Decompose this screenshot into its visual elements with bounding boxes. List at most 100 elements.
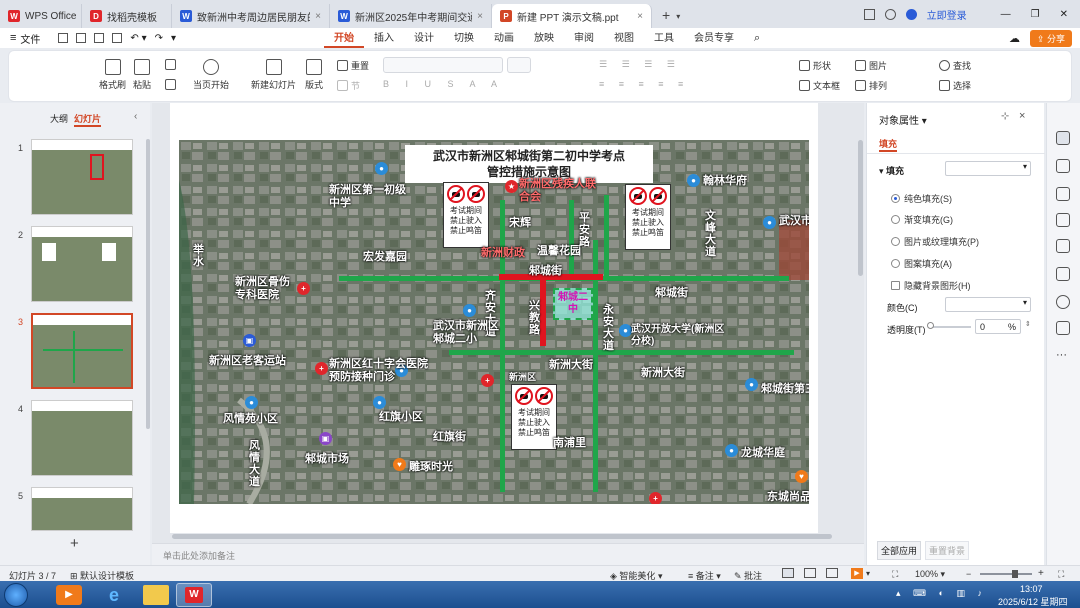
chevron-down-icon[interactable]: ▾ [676, 12, 680, 21]
slide-thumbnail-5[interactable] [31, 487, 133, 531]
tab-transition[interactable]: 切换 [444, 29, 484, 48]
clock-date[interactable]: 2025/6/12 星期四 [998, 595, 1068, 608]
no-entry-sign[interactable]: 考试期间 禁止驶入 禁止鸣笛 [511, 384, 557, 450]
close-icon[interactable]: × [477, 11, 483, 22]
tab-letter-doc[interactable]: W 致新洲中考周边居民朋友的一封信 × [172, 4, 330, 28]
star-icon[interactable] [1056, 159, 1070, 173]
slide-thumbnail-2[interactable] [31, 226, 133, 302]
new-tab-icon[interactable]: + [662, 7, 670, 23]
file-explorer-icon[interactable] [143, 585, 169, 605]
login-link[interactable]: 立即登录 [927, 7, 967, 22]
tab-insert[interactable]: 插入 [364, 29, 404, 48]
clock-time[interactable]: 13:07 [1020, 584, 1043, 594]
apply-all-button[interactable]: 全部应用 [877, 541, 922, 560]
save-icon[interactable] [58, 33, 69, 43]
tab-review[interactable]: 审阅 [564, 29, 604, 48]
system-tray-icons[interactable]: ▴ ⌨ ◐ ▥ ♪ [896, 588, 987, 599]
search-icon[interactable]: ⌕ [754, 32, 760, 45]
gradient-fill-radio[interactable]: 渐变填充(G) [891, 213, 953, 226]
notes-pane[interactable]: 单击此处添加备注 [152, 543, 864, 565]
slide-vertical-scrollbar[interactable] [858, 140, 863, 276]
reading-view-icon[interactable] [826, 568, 838, 578]
start-button-icon[interactable] [4, 583, 28, 607]
tab-outline[interactable]: 大纲 [50, 112, 68, 125]
selection-icon[interactable] [1056, 321, 1070, 335]
undo-icon[interactable]: ↶ ▾ [130, 33, 146, 44]
picture-fill-radio[interactable]: 图片或纹理填充(P) [891, 235, 979, 248]
pattern-fill-radio[interactable]: 图案填充(A) [891, 257, 952, 270]
slide-horizontal-scrollbar[interactable] [172, 534, 832, 539]
transparency-input[interactable]: 0 % [975, 319, 1021, 334]
reset-button[interactable]: 重置 [337, 59, 369, 72]
tab-wps-office[interactable]: W WPS Office [0, 4, 82, 28]
share-button[interactable]: ⇪ 分享 [1029, 29, 1072, 47]
print-preview-icon[interactable] [112, 33, 123, 43]
play-from-current-button[interactable]: 当页开始 [193, 59, 229, 91]
align-buttons[interactable]: ≡ ≡ ≡ ≡ ≡ [599, 79, 689, 89]
section-button[interactable]: 节 [337, 79, 360, 92]
properties-icon[interactable] [1056, 131, 1070, 145]
fill-section-header[interactable]: ▾ 填充 [879, 164, 904, 177]
tab-design[interactable]: 设计 [404, 29, 444, 48]
slide-thumbnail-1[interactable] [31, 139, 133, 215]
map-image[interactable]: 邾城二中 武汉市新洲区邾城街第二初中学考点 管控措施示意图 考试期间 禁止驶入 … [179, 140, 809, 504]
copy-style-icon[interactable] [1056, 187, 1070, 201]
zoom-slider[interactable] [980, 573, 1032, 575]
picture-button[interactable]: 图片 [855, 59, 887, 72]
tab-ppt-active[interactable]: P 新建 PPT 演示文稿.ppt × [492, 4, 652, 28]
close-icon[interactable]: × [1019, 110, 1025, 122]
textbox-button[interactable]: 文本框 [799, 79, 840, 92]
tab-view[interactable]: 视图 [604, 29, 644, 48]
tab-animation[interactable]: 动画 [484, 29, 524, 48]
slide-thumbnail-4[interactable] [31, 400, 133, 476]
no-entry-sign[interactable]: 考试期间 禁止驶入 禁止鸣笛 [625, 184, 671, 250]
play-slideshow-icon[interactable]: ▶ [851, 568, 863, 579]
thumbnail-scrollbar[interactable] [146, 139, 150, 429]
zoom-slider-handle[interactable] [1012, 570, 1018, 578]
hide-bg-checkbox[interactable]: 隐藏背景图形(H) [891, 279, 971, 292]
fit-window-icon[interactable]: ⛶ [892, 569, 898, 580]
tab-docer[interactable]: D 找稻壳模板 [82, 4, 172, 28]
sorter-view-icon[interactable] [804, 568, 816, 578]
fill-type-select[interactable]: ▾ [945, 161, 1031, 176]
cube-icon[interactable] [884, 8, 896, 20]
print-icon[interactable] [94, 33, 105, 43]
zoom-level[interactable]: 100% ▾ [915, 569, 945, 580]
tab-pass-doc[interactable]: W 新洲区2025年中考期间交通通行证 × [330, 4, 492, 28]
new-slide-button[interactable]: 新建幻灯片 [251, 59, 296, 91]
pane-title[interactable]: 对象属性 ▾ [879, 112, 927, 127]
paragraph-buttons[interactable]: ☰ ☰ ☰ ☰ [599, 59, 681, 70]
solid-fill-radio[interactable]: 纯色填充(S) [891, 192, 952, 205]
tab-slideshow[interactable]: 放映 [524, 29, 564, 48]
layout-icon[interactable] [863, 8, 875, 20]
chevron-down-icon[interactable]: ▾ [866, 569, 870, 578]
zoom-out-icon[interactable]: − [966, 569, 971, 579]
image-icon[interactable] [1056, 213, 1070, 227]
font-name-select[interactable] [383, 57, 503, 73]
transparency-slider-handle[interactable] [927, 322, 934, 329]
slide-thumbnail-3[interactable] [31, 313, 133, 389]
ie-browser-icon[interactable]: e [102, 584, 126, 606]
add-slide-icon[interactable]: + [70, 535, 79, 552]
spinner-icon[interactable]: ⇕ [1025, 320, 1031, 328]
file-menu[interactable]: 文件 [20, 31, 40, 46]
tab-home[interactable]: 开始 [324, 29, 365, 48]
transparency-slider[interactable] [929, 326, 971, 328]
wps-taskbar-button[interactable]: W [176, 583, 212, 607]
tools-icon[interactable] [1056, 239, 1070, 253]
arrange-button[interactable]: 排列 [855, 79, 887, 92]
find-button[interactable]: 查找 [939, 59, 971, 72]
more-icon[interactable]: ▾ [171, 33, 176, 44]
no-entry-sign[interactable]: 考试期间 禁止驶入 禁止鸣笛 [443, 182, 489, 248]
shape-button[interactable]: 形状 [799, 59, 831, 72]
more-icon[interactable]: ··· [1056, 349, 1070, 363]
export-pdf-icon[interactable] [76, 33, 87, 43]
format-painter-button[interactable]: 格式刷 [99, 59, 126, 91]
help-icon[interactable] [1056, 295, 1070, 309]
fullscreen-icon[interactable]: ⛶ [1058, 569, 1064, 580]
tab-tools[interactable]: 工具 [644, 29, 684, 48]
normal-view-icon[interactable] [782, 568, 794, 578]
tab-fill[interactable]: 填充 [879, 137, 898, 152]
close-icon[interactable]: × [637, 11, 643, 22]
zoom-in-icon[interactable]: + [1038, 568, 1044, 579]
